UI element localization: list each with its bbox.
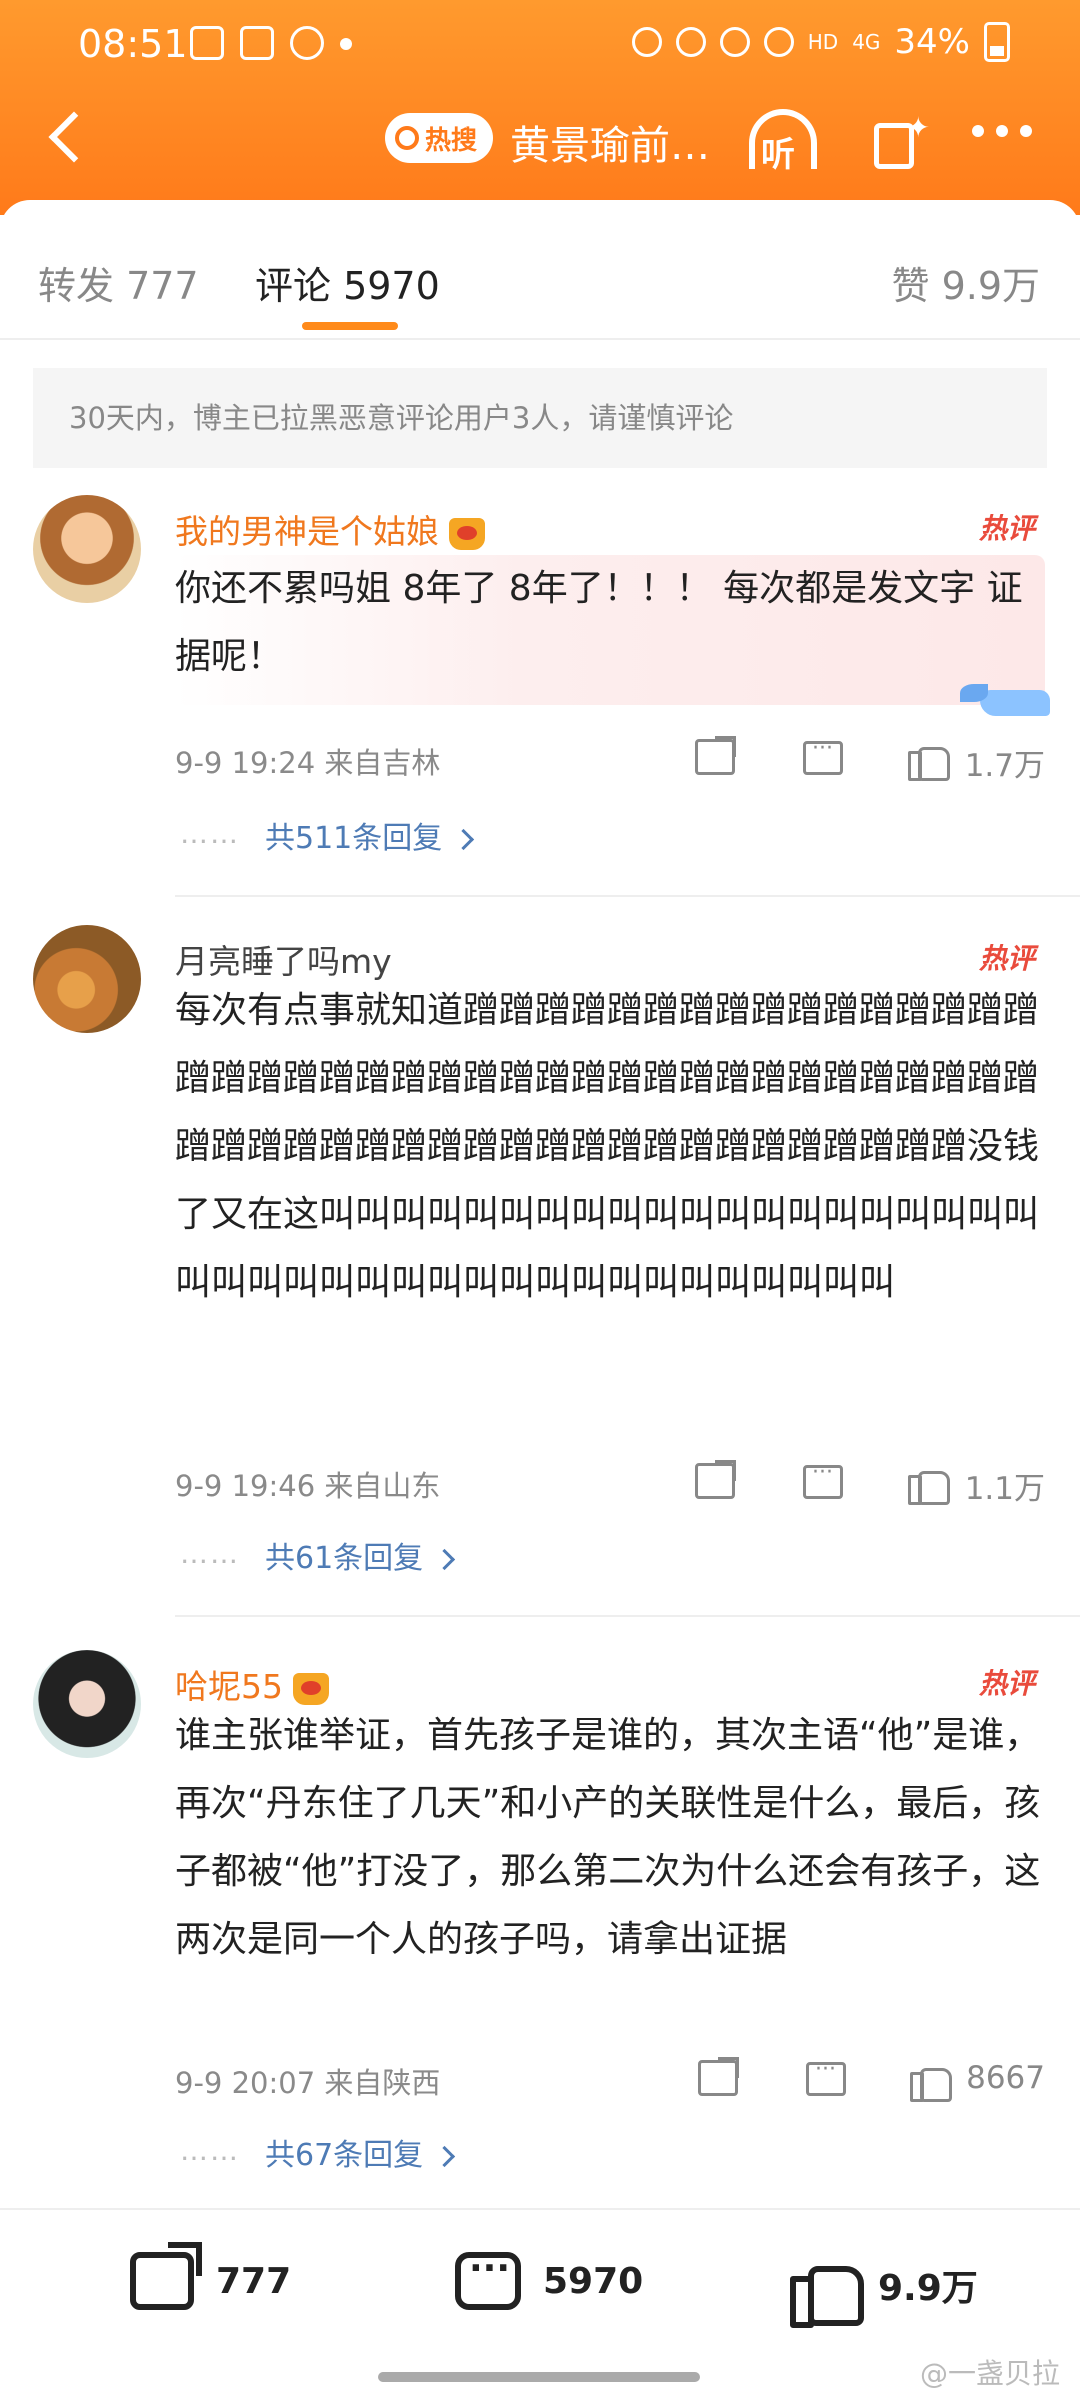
comment-text[interactable]: 你还不累吗姐 8年了 8年了！！！ 每次都是发文字 证据呢！	[175, 555, 1045, 705]
like-icon	[790, 2252, 864, 2328]
comment-icon	[455, 2248, 521, 2310]
tab-bar: 转发 777 评论 5970 赞 9.9万	[0, 200, 1080, 340]
status-bar: 08:51 HD 4G 34%	[0, 0, 1080, 90]
like-count[interactable]: 1.1万	[935, 1463, 1045, 1508]
author-name: 哈坭55	[175, 1667, 283, 1706]
avatar[interactable]	[33, 495, 141, 603]
author-name: 月亮睡了吗my	[175, 942, 392, 981]
reply-dots: ……	[180, 2134, 240, 2167]
listen-button[interactable]: 听	[745, 109, 821, 175]
bottom-action-bar: 777 5970 9.9万	[0, 2208, 1080, 2348]
hot-comment-badge: 热评	[978, 1667, 1035, 1700]
listen-label: 听	[761, 135, 795, 175]
view-replies-link[interactable]: 共67条回复	[265, 2130, 452, 2174]
hot-search-label: 热搜	[425, 125, 478, 156]
more-dot-icon	[1020, 125, 1032, 137]
battery-icon	[984, 22, 1010, 62]
hot-comment-badge: 热评	[978, 512, 1035, 545]
sparkle-icon: ✦	[906, 111, 930, 144]
blocked-users-notice: 30天内，博主已拉黑恶意评论用户3人，请谨慎评论	[33, 368, 1047, 468]
reply-dots: ……	[180, 1537, 240, 1570]
comment-item: 月亮睡了吗my 热评 每次有点事就知道蹭蹭蹭蹭蹭蹭蹭蹭蹭蹭蹭蹭蹭蹭蹭蹭蹭蹭蹭蹭蹭…	[0, 925, 1080, 1645]
share-icon[interactable]	[698, 2057, 739, 2096]
comment-icon[interactable]	[803, 1460, 843, 1499]
more-dot-icon	[972, 125, 984, 137]
active-tab-indicator	[302, 322, 398, 330]
repost-count: 777	[216, 2260, 292, 2302]
comment-meta: 9-9 20:07 来自陕西	[175, 2066, 441, 2100]
lock-icon	[631, 27, 662, 57]
view-replies-link[interactable]: 共511条回复	[265, 813, 471, 857]
like-button[interactable]: 9.9万	[790, 2252, 978, 2328]
back-button[interactable]	[38, 107, 98, 167]
crown-icon	[449, 517, 485, 550]
comment-count: 5970	[543, 2260, 644, 2302]
hot-comment-badge: 热评	[978, 942, 1035, 975]
more-dot-icon	[996, 125, 1008, 137]
status-time: 08:51	[78, 22, 188, 66]
search-icon	[395, 126, 419, 150]
crown-icon	[293, 1672, 329, 1705]
watermark: @一盏贝拉	[919, 2357, 1060, 2390]
page-title[interactable]: 黄景瑜前…	[510, 113, 710, 171]
comment-button[interactable]: 5970	[455, 2248, 644, 2310]
share-gift-button[interactable]: ✦	[868, 109, 934, 175]
more-button[interactable]	[972, 125, 1032, 137]
home-indicator[interactable]	[378, 2372, 700, 2382]
wifi-icon	[763, 27, 794, 57]
like-count[interactable]: 1.7万	[935, 740, 1045, 785]
nav-bar: 热搜 黄景瑜前… 听 ✦	[0, 95, 1080, 185]
more-notifications-dot	[340, 38, 352, 50]
battery-percent: 34%	[894, 22, 970, 62]
share-icon	[130, 2242, 202, 2310]
comment-meta: 9-9 19:24 来自吉林	[175, 746, 441, 780]
avatar[interactable]	[33, 1650, 141, 1758]
share-icon[interactable]	[695, 1460, 736, 1499]
network-type: HD	[807, 30, 839, 54]
app-root: 08:51 HD 4G 34% 热搜 黄景瑜前… 听 ✦ 转发 777 评论 5…	[0, 0, 1080, 2400]
view-replies-link[interactable]: 共61条回复	[265, 1533, 452, 1577]
whale-decoration-icon	[960, 680, 1060, 724]
author-name: 我的男神是个姑娘	[175, 512, 439, 551]
comment-meta: 9-9 19:46 来自山东	[175, 1469, 441, 1503]
like-count: 9.9万	[878, 2268, 978, 2309]
share-icon[interactable]	[695, 736, 736, 775]
comment-sheet: 转发 777 评论 5970 赞 9.9万 30天内，博主已拉黑恶意评论用户3人…	[0, 200, 1080, 2400]
avatar[interactable]	[33, 925, 141, 1033]
comment-text[interactable]: 每次有点事就知道蹭蹭蹭蹭蹭蹭蹭蹭蹭蹭蹭蹭蹭蹭蹭蹭蹭蹭蹭蹭蹭蹭蹭蹭蹭蹭蹭蹭蹭蹭蹭蹭…	[175, 977, 1045, 1447]
app-notification-icon	[240, 26, 274, 60]
mute-icon	[719, 27, 750, 57]
signal-type: 4G	[852, 30, 881, 54]
comment-text[interactable]: 谁主张谁举证，首先孩子是谁的，其次主语“他”是谁，再次“丹东住了几天”和小产的关…	[175, 1702, 1045, 2042]
tab-repost[interactable]: 转发 777	[38, 255, 199, 310]
tab-comments[interactable]: 评论 5970	[255, 255, 440, 310]
alarm-icon	[675, 27, 706, 57]
header: 08:51 HD 4G 34% 热搜 黄景瑜前… 听 ✦	[0, 0, 1080, 215]
status-system-icons: HD 4G 34%	[631, 22, 1010, 62]
comment-icon[interactable]	[806, 2057, 846, 2096]
sync-icon	[290, 26, 324, 60]
divider	[175, 1615, 1080, 1617]
hot-search-tag[interactable]: 热搜	[385, 113, 494, 163]
divider	[175, 895, 1080, 897]
like-count[interactable]: 8667	[935, 2060, 1045, 2096]
comment-author[interactable]: 我的男神是个姑娘	[175, 505, 485, 553]
comment-icon[interactable]	[803, 736, 843, 775]
gallery-icon	[190, 26, 224, 60]
reply-dots: ……	[180, 817, 240, 850]
repost-button[interactable]: 777	[130, 2242, 292, 2310]
status-notification-icons	[190, 26, 352, 60]
comment-author[interactable]: 月亮睡了吗my	[175, 935, 392, 983]
tab-likes[interactable]: 赞 9.9万	[891, 255, 1040, 310]
comment-author[interactable]: 哈坭55	[175, 1660, 329, 1708]
